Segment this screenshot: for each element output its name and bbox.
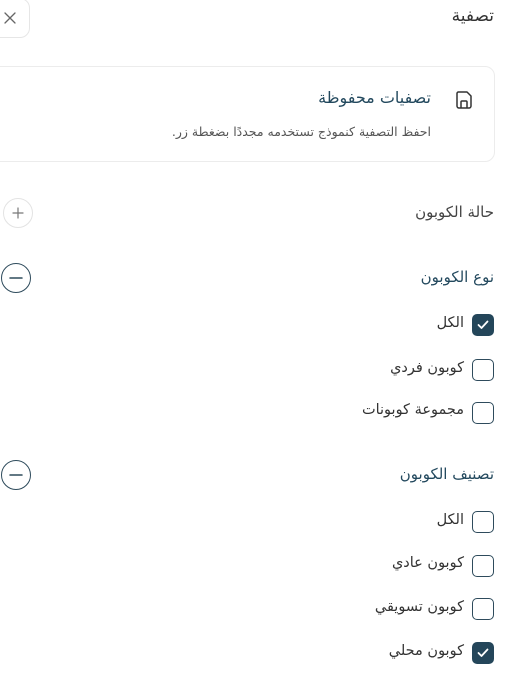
checkbox-coupon-type-single[interactable] — [472, 359, 494, 381]
check-icon — [477, 648, 489, 657]
minus-icon — [9, 277, 23, 279]
minus-icon — [9, 474, 23, 476]
save-icon — [456, 91, 472, 109]
option-label: كوبون عادي — [391, 555, 464, 571]
section-label-coupon-status[interactable]: حالة الكوبون — [415, 203, 494, 221]
section-label-coupon-type[interactable]: نوع الكوبون — [421, 268, 494, 286]
close-button[interactable] — [0, 0, 30, 38]
plus-icon — [12, 207, 24, 219]
option-label: مجموعة كوبونات — [361, 402, 464, 418]
page-title: تصفية — [451, 6, 494, 26]
checkbox-coupon-type-group[interactable] — [472, 402, 494, 424]
option-label: كوبون تسويقي — [374, 599, 464, 615]
option-label: كوبون محلي — [388, 643, 464, 659]
saved-filters-card[interactable] — [0, 66, 495, 162]
checkbox-coupon-category-regular[interactable] — [472, 555, 494, 577]
collapse-coupon-category-button[interactable] — [1, 460, 31, 490]
close-icon — [4, 12, 16, 24]
option-label: الكل — [436, 315, 464, 331]
option-label: كوبون فردي — [390, 360, 464, 376]
checkbox-coupon-type-all[interactable] — [472, 314, 494, 336]
option-label: الكل — [436, 512, 464, 528]
saved-filters-description: احفظ التصفية كنموذج تستخدمه مجددًا بضغطة… — [171, 124, 431, 139]
checkbox-coupon-category-all[interactable] — [472, 511, 494, 533]
collapse-coupon-type-button[interactable] — [1, 263, 31, 293]
checkbox-coupon-category-local[interactable] — [472, 642, 494, 664]
section-label-coupon-category[interactable]: تصنيف الكوبون — [400, 465, 494, 483]
expand-coupon-status-button[interactable] — [3, 198, 33, 228]
saved-filters-title: تصفيات محفوظة — [318, 88, 431, 107]
checkbox-coupon-category-marketing[interactable] — [472, 598, 494, 620]
check-icon — [477, 320, 489, 329]
